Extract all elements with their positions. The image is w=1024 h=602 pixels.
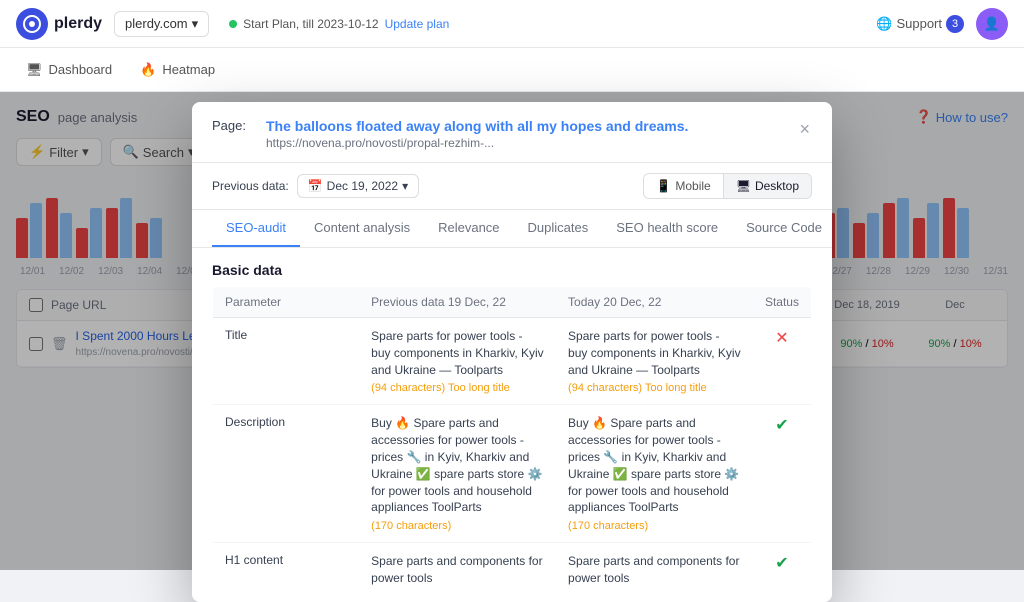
page-label: Page: — [212, 118, 254, 133]
th-status: Status — [753, 287, 812, 318]
tab-seo-health-score[interactable]: SEO health score — [602, 210, 732, 247]
nav-right: 🌐 Support 3 👤 — [876, 8, 1008, 40]
th-parameter: Parameter — [213, 287, 360, 318]
support-button[interactable]: 🌐 Support 3 — [876, 15, 964, 33]
plan-badge: Start Plan, till 2023-10-12 Update plan — [229, 17, 449, 31]
modal-body: Basic data Parameter Previous data 19 De… — [192, 248, 832, 602]
sidebar-item-heatmap[interactable]: 🔥 Heatmap — [130, 56, 225, 84]
logo-icon — [16, 8, 48, 40]
mobile-button[interactable]: 📱 Mobile — [644, 174, 723, 198]
images-section-title: Images analyze — [212, 598, 812, 602]
sidebar-item-dashboard[interactable]: 🖥 Dashboard — [16, 56, 122, 84]
prev-description: Buy 🔥 Spare parts and accessories for po… — [359, 405, 556, 543]
domain-selector[interactable]: plerdy.com ▾ — [114, 11, 209, 37]
device-toggle: 📱 Mobile 🖥 Desktop — [643, 173, 812, 199]
today-desc-note: (170 characters) — [568, 520, 741, 532]
modal-title-area: The balloons floated away along with all… — [266, 118, 786, 150]
table-row-description: Description Buy 🔥 Spare parts and access… — [213, 405, 812, 543]
status-red-icon: ✕ — [775, 330, 788, 347]
tab-content-analysis[interactable]: Content analysis — [300, 210, 424, 247]
basic-data-table: Parameter Previous data 19 Dec, 22 Today… — [212, 286, 812, 598]
desktop-label: Desktop — [755, 179, 799, 193]
prev-desc-note: (170 characters) — [371, 520, 544, 532]
modal-header: Page: The balloons floated away along wi… — [192, 102, 832, 163]
status-title: ✕ — [753, 318, 812, 405]
table-row-title: Title Spare parts for power tools - buy … — [213, 318, 812, 405]
today-description: Buy 🔥 Spare parts and accessories for po… — [556, 405, 753, 543]
mobile-icon: 📱 — [656, 179, 671, 193]
modal-top: Page: The balloons floated away along wi… — [192, 102, 832, 248]
heatmap-icon: 🔥 — [140, 62, 156, 78]
avatar[interactable]: 👤 — [976, 8, 1008, 40]
top-nav: plerdy plerdy.com ▾ Start Plan, till 202… — [0, 0, 1024, 48]
dashboard-icon: 🖥 — [26, 62, 43, 78]
logo-text: plerdy — [54, 15, 102, 33]
globe-icon: 🌐 — [876, 16, 892, 32]
prev-data-label: Previous data: — [212, 179, 289, 193]
modal-close-button[interactable]: × — [797, 118, 812, 140]
prev-title-text: Spare parts for power tools - buy compon… — [371, 328, 544, 378]
param-description: Description — [213, 405, 360, 543]
param-title: Title — [213, 318, 360, 405]
date-picker[interactable]: 📅 Dec 19, 2022 ▾ — [297, 174, 419, 198]
plan-text: Start Plan, till 2023-10-12 — [243, 17, 378, 31]
date-label: Dec 19, 2022 — [327, 179, 398, 193]
prev-title: Spare parts for power tools - buy compon… — [359, 318, 556, 405]
logo: plerdy — [16, 8, 102, 40]
today-title-text: Spare parts for power tools - buy compon… — [568, 328, 741, 378]
today-title: Spare parts for power tools - buy compon… — [556, 318, 753, 405]
domain-label: plerdy.com — [125, 16, 188, 31]
prev-desc-text: Buy 🔥 Spare parts and accessories for po… — [371, 415, 544, 516]
today-title-note: (94 characters) Too long title — [568, 382, 741, 394]
modal-meta: Previous data: 📅 Dec 19, 2022 ▾ 📱 Mobile… — [192, 163, 832, 210]
tab-duplicates[interactable]: Duplicates — [514, 210, 603, 247]
dashboard-label: Dashboard — [49, 62, 113, 77]
status-description: ✔ — [753, 405, 812, 543]
prev-title-note: (94 characters) Too long title — [371, 382, 544, 394]
heatmap-label: Heatmap — [162, 62, 215, 77]
modal-url-title: The balloons floated away along with all… — [266, 118, 786, 134]
desktop-button[interactable]: 🖥 Desktop — [724, 174, 811, 198]
modal-url-sub: https://novena.pro/novosti/propal-rezhim… — [266, 136, 786, 150]
mobile-label: Mobile — [675, 179, 710, 193]
basic-data-title: Basic data — [212, 248, 812, 286]
chevron-down-icon: ▾ — [402, 179, 408, 193]
support-label: Support — [896, 16, 942, 31]
plan-status-dot — [229, 20, 237, 28]
status-green-icon: ✔ — [775, 417, 788, 434]
tab-source-code[interactable]: Source Code — [732, 210, 832, 247]
modal-overlay: Page: The balloons floated away along wi… — [0, 92, 1024, 570]
calendar-icon: 📅 — [308, 179, 323, 193]
desktop-icon: 🖥 — [736, 179, 751, 193]
support-count: 3 — [946, 15, 964, 33]
th-prev-data: Previous data 19 Dec, 22 — [359, 287, 556, 318]
today-desc-text: Buy 🔥 Spare parts and accessories for po… — [568, 415, 741, 516]
tab-relevance[interactable]: Relevance — [424, 210, 513, 247]
tab-seo-audit[interactable]: SEO-audit — [212, 210, 300, 247]
second-nav: 🖥 Dashboard 🔥 Heatmap — [0, 48, 1024, 92]
modal: Page: The balloons floated away along wi… — [192, 102, 832, 602]
th-today: Today 20 Dec, 22 — [556, 287, 753, 318]
modal-tabs: SEO-audit Content analysis Relevance Dup… — [192, 210, 832, 248]
chevron-down-icon: ▾ — [192, 16, 199, 32]
update-plan-link[interactable]: Update plan — [385, 17, 450, 31]
main-content: SEO page analysis ❓ How to use? ⚡ Filter… — [0, 92, 1024, 570]
